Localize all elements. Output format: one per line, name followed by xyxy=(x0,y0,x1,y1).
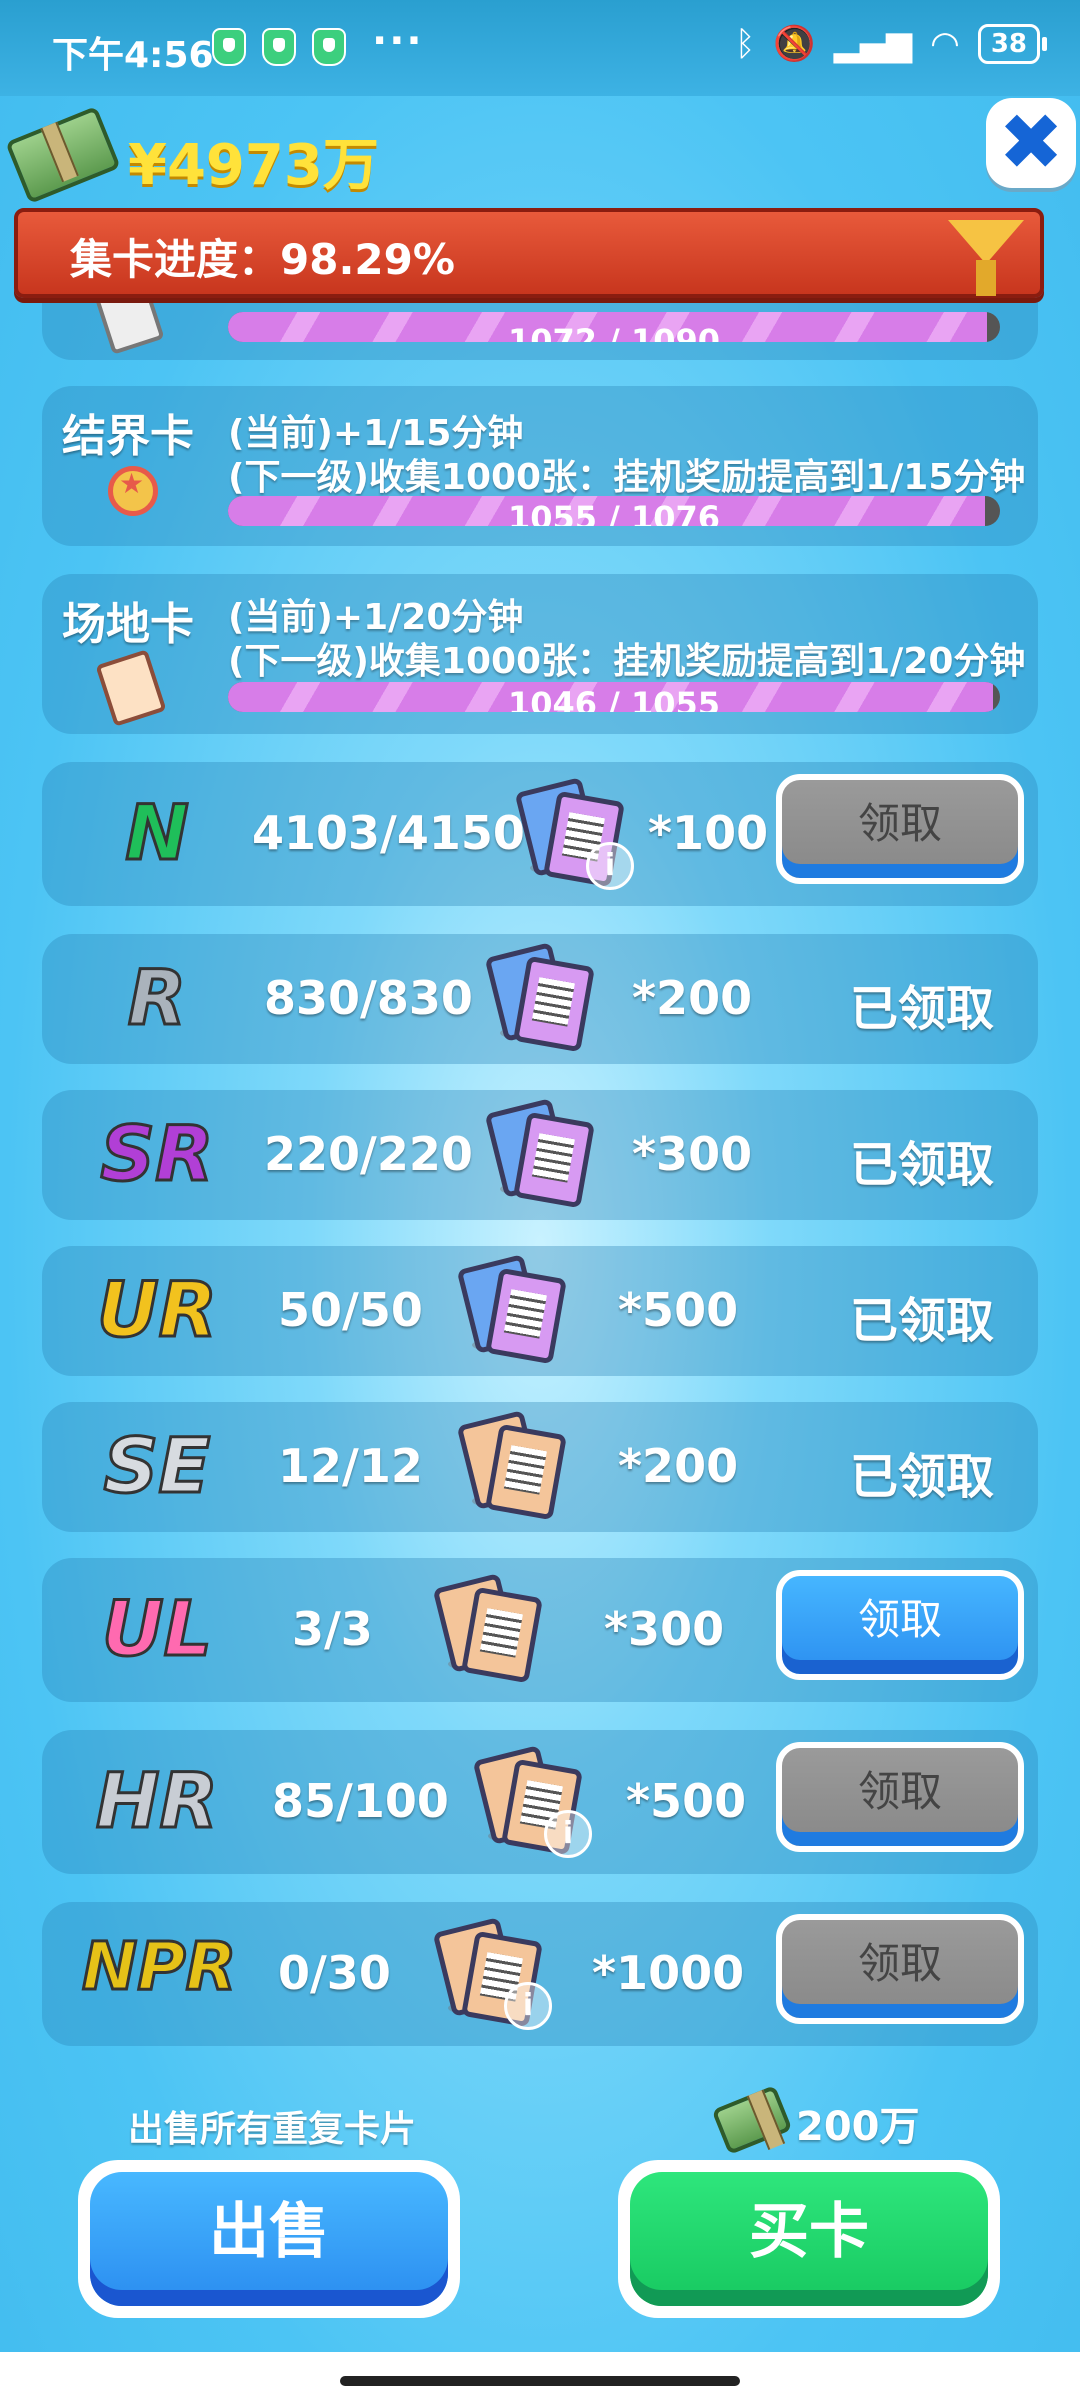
sell-button-label: 出售 xyxy=(90,2172,448,2306)
battery-indicator: 38 xyxy=(977,24,1048,64)
card-type-name: 结界卡 xyxy=(62,411,194,462)
next-level-bonus: (下一级)收集1000张：挂机奖励提高到1/15分钟 xyxy=(228,457,1026,498)
reward-amount: *100 xyxy=(648,806,769,860)
reward-amount: *200 xyxy=(632,971,753,1025)
info-icon[interactable]: i xyxy=(586,842,634,890)
sell-button[interactable]: 出售 xyxy=(78,2160,460,2318)
rarity-label: HR xyxy=(94,1755,219,1847)
status-time: 下午4:56 xyxy=(52,35,214,76)
ticket-icon[interactable]: i xyxy=(472,1745,592,1858)
card-type-panel: 场地卡 (当前)+1/20分钟 (下一级)收集1000张：挂机奖励提高到1/20… xyxy=(42,574,1038,734)
rarity-row-ur: UR 50/50 *500 已领取 xyxy=(42,1246,1038,1376)
filter-icon[interactable] xyxy=(948,220,1024,296)
close-icon: ✖ xyxy=(998,98,1064,188)
reward-amount: *500 xyxy=(626,1774,747,1828)
ticket-icon xyxy=(484,942,595,1053)
cash-icon xyxy=(711,2085,793,2155)
signal-icon: ▂▄▆ xyxy=(833,24,913,64)
buy-card-button[interactable]: 买卡 xyxy=(618,2160,1000,2318)
sell-duplicates-label: 出售所有重复卡片 xyxy=(128,2109,417,2150)
collection-progress-text: 集卡进度：98.29% xyxy=(70,235,455,284)
ticket-icon xyxy=(95,649,167,727)
rarity-label: SE xyxy=(102,1420,212,1512)
wifi-icon: ◠ xyxy=(930,24,960,64)
mute-icon: 🔕 xyxy=(773,24,816,64)
rarity-row-ul: UL 3/3 *300 领取 xyxy=(42,1558,1038,1702)
close-button[interactable]: ✖ xyxy=(986,98,1076,188)
rarity-row-se: SE 12/12 *200 已领取 xyxy=(42,1402,1038,1532)
next-level-bonus: (下一级)收集1000张：挂机奖励提高到1/20分钟 xyxy=(228,641,1026,682)
ticket-icon xyxy=(484,1098,595,1209)
status-icons: ᛒ 🔕 ▂▄▆ ◠ 38 xyxy=(734,24,1048,64)
rarity-label: NPR xyxy=(81,1927,238,2007)
rarity-label: UL xyxy=(100,1583,213,1675)
claimed-label: 已领取 xyxy=(849,1293,994,1349)
info-icon[interactable]: i xyxy=(504,1982,552,2030)
cash-icon xyxy=(5,106,121,204)
home-indicator[interactable] xyxy=(340,2376,740,2386)
progress-bar: 1072 / 1090 xyxy=(228,312,1000,342)
rarity-row-n: N 4103/4150 i *100 领取 xyxy=(42,762,1038,906)
status-bar: 下午4:56 ··· ᛒ 🔕 ▂▄▆ ◠ 38 xyxy=(0,0,1080,96)
shield-icon xyxy=(312,28,346,66)
progress-text: 1055 / 1076 xyxy=(507,499,721,526)
claim-button[interactable]: 领取 xyxy=(776,1914,1024,2024)
rarity-row-npr: NPR 0/30 i *1000 领取 xyxy=(42,1902,1038,2046)
rarity-label: R xyxy=(126,952,188,1044)
ticket-icon xyxy=(456,1410,567,1521)
claimed-label: 已领取 xyxy=(849,1449,994,1505)
collection-progress-banner: 集卡进度：98.29% xyxy=(14,208,1044,298)
rarity-row-r: R 830/830 *200 已领取 xyxy=(42,934,1038,1064)
collection-count: 3/3 xyxy=(292,1602,373,1656)
rarity-label: UR xyxy=(95,1264,218,1356)
rarity-label: SR xyxy=(99,1108,215,1200)
collection-count: 0/30 xyxy=(278,1946,391,2000)
claim-button[interactable]: 领取 xyxy=(776,1570,1024,1680)
shield-icon xyxy=(262,28,296,66)
reward-amount: *300 xyxy=(632,1127,753,1181)
card-type-panel: 结界卡 (当前)+1/15分钟 (下一级)收集1000张：挂机奖励提高到1/15… xyxy=(42,386,1038,546)
ticket-icon xyxy=(456,1254,567,1365)
claimed-label: 已领取 xyxy=(849,981,994,1037)
rarity-row-sr: SR 220/220 *300 已领取 xyxy=(42,1090,1038,1220)
money-balance: ¥4973万 xyxy=(128,133,379,198)
reward-amount: *500 xyxy=(618,1283,739,1337)
collection-count: 4103/4150 xyxy=(252,806,525,860)
reward-amount: *1000 xyxy=(592,1946,745,2000)
progress-bar: 1055 / 1076 xyxy=(228,496,1000,526)
collection-count: 50/50 xyxy=(278,1283,423,1337)
progress-text: 1046 / 1055 xyxy=(507,685,721,712)
reward-amount: *200 xyxy=(618,1439,739,1493)
info-icon[interactable]: i xyxy=(544,1810,592,1858)
ticket-icon[interactable]: i xyxy=(514,777,634,890)
ticket-icon xyxy=(432,1573,543,1684)
collection-count: 12/12 xyxy=(278,1439,423,1493)
rarity-row-hr: HR 85/100 i *500 领取 xyxy=(42,1730,1038,1874)
buy-card-button-label: 买卡 xyxy=(630,2172,988,2306)
medal-icon xyxy=(108,466,158,516)
progress-bar: 1046 / 1055 xyxy=(228,682,1000,712)
collection-count: 830/830 xyxy=(264,971,473,1025)
bluetooth-icon: ᛒ xyxy=(734,24,756,64)
progress-text: 1072 / 1090 xyxy=(507,322,721,342)
collection-count: 85/100 xyxy=(272,1774,449,1828)
rarity-label: N xyxy=(124,787,191,879)
more-notifications-icon: ··· xyxy=(372,18,424,64)
claim-button[interactable]: 领取 xyxy=(776,1742,1024,1852)
claim-button[interactable]: 领取 xyxy=(776,774,1024,884)
card-type-name: 场地卡 xyxy=(62,599,194,650)
claimed-label: 已领取 xyxy=(849,1137,994,1193)
collection-count: 220/220 xyxy=(264,1127,473,1181)
card-price: 200万 xyxy=(796,2104,920,2150)
ticket-icon[interactable]: i xyxy=(432,1917,552,2030)
shield-icon xyxy=(212,28,246,66)
reward-amount: *300 xyxy=(604,1602,725,1656)
